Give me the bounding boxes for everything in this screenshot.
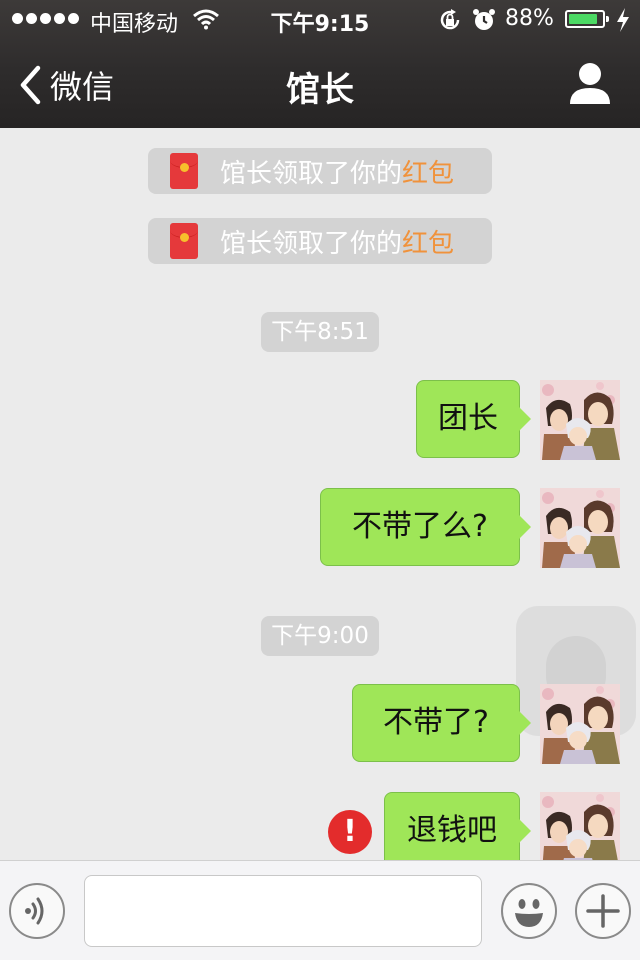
plus-icon [586,894,620,928]
timestamp: 下午8:51 [261,312,379,352]
red-packet-link[interactable]: 红包 [402,153,454,190]
avatar[interactable] [540,684,620,764]
notice-text: 馆长领取了你的 [220,158,403,189]
charging-bolt-icon [617,8,629,32]
emoji-icon [515,899,543,927]
notice-text: 馆长领取了你的 [220,228,403,259]
nav-bar: 微信 馆长 [0,40,640,128]
input-bar [0,860,640,960]
avatar[interactable] [540,792,620,860]
red-envelope-icon [170,223,198,259]
timestamp: 下午9:00 [261,616,379,656]
voice-button[interactable] [9,883,65,939]
red-packet-notice: 馆长领取了你的 红包 [148,148,492,194]
red-packet-link[interactable]: 红包 [402,223,454,260]
battery-level-fill [569,14,598,24]
emoji-button[interactable] [501,883,557,939]
battery-icon [565,10,609,28]
red-packet-notice: 馆长领取了你的 红包 [148,218,492,264]
voice-icon [25,897,44,925]
alarm-icon [473,9,495,30]
person-icon[interactable] [566,62,614,106]
status-bar: 中国移动 下午9:15 88% [0,0,640,40]
chat-area[interactable]: 馆长领取了你的 红包 馆长领取了你的 红包 下午8:51 团长 不带了么? 下午9:… [0,128,640,860]
message-bubble[interactable]: 团长 [416,380,531,458]
red-envelope-icon [170,153,198,189]
message-bubble[interactable]: 不带了么? [320,488,531,566]
chat-title: 馆长 [286,70,354,110]
message-bubble[interactable]: 退钱吧 [384,792,531,860]
message-input[interactable] [84,875,482,947]
error-icon[interactable]: ! [328,810,372,854]
rotation-lock-icon [440,9,460,30]
battery-percent: 88% [505,6,554,31]
avatar[interactable] [540,380,620,460]
top-bar: 中国移动 下午9:15 88% 微信 馆长 [0,0,640,128]
avatar[interactable] [540,488,620,568]
message-bubble[interactable]: 不带了? [352,684,531,762]
plus-button[interactable] [575,883,631,939]
